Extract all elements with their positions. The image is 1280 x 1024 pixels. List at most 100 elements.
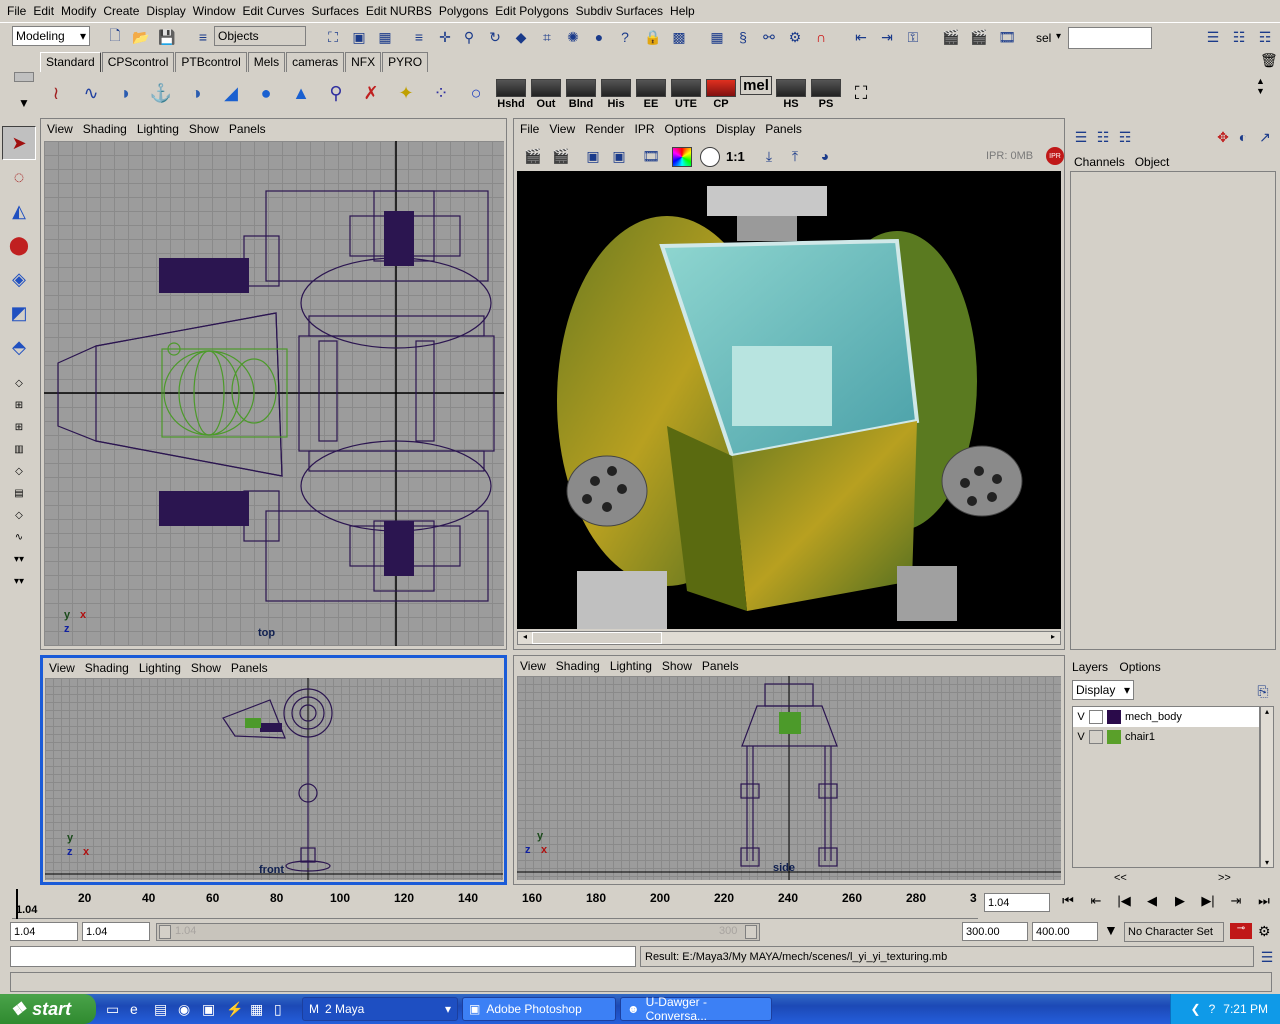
options-tab[interactable]: Options (1119, 660, 1160, 674)
scroll-up-icon[interactable]: ▴ (1261, 707, 1273, 716)
revolve-icon[interactable]: ◗ (110, 77, 142, 109)
scroll-left-icon[interactable]: ◂ (518, 632, 532, 644)
menu-surfaces[interactable]: Surfaces (311, 4, 358, 18)
folder-icon[interactable]: ▤ (154, 1001, 178, 1018)
checker-icon[interactable]: ⛶ (845, 77, 877, 109)
go-to-end-icon[interactable]: ⏭ (1250, 893, 1278, 909)
four-pane-layout-icon-2[interactable]: ⊞ (2, 416, 36, 438)
shelf-ee-button[interactable]: EE (635, 76, 667, 110)
loft-icon[interactable]: ⚓ (145, 77, 177, 109)
four-pane-layout-icon[interactable]: ⊞ (2, 394, 36, 416)
ie-icon[interactable]: e (130, 1001, 154, 1018)
scale-tool-icon[interactable]: ◩ (2, 296, 36, 330)
shelf-tab-pyro[interactable]: PYRO (382, 52, 429, 72)
question-icon[interactable]: ? (614, 26, 636, 48)
front-menu-panels[interactable]: Panels (231, 661, 268, 675)
app-icon[interactable]: ▣ (202, 1001, 226, 1018)
redo-render-icon[interactable]: 🎬 (522, 145, 544, 167)
desktop-icon[interactable]: ▭ (106, 1001, 130, 1018)
range-end-handle[interactable] (745, 925, 757, 939)
move-tool-icon[interactable]: ⬤ (2, 228, 36, 262)
render-current-icon[interactable]: 🎬 (968, 26, 990, 48)
channel-layout-icon-3[interactable]: ☶ (1114, 126, 1136, 148)
top-menu-lighting[interactable]: Lighting (137, 122, 179, 136)
menu-edit-curves[interactable]: Edit Curves (242, 4, 304, 18)
sparkle-icon[interactable]: ✺ (562, 26, 584, 48)
shelf-hshd-button[interactable]: Hshd (495, 76, 527, 110)
new-layer-icon[interactable]: ⎘ (1252, 680, 1274, 702)
sphere-icon[interactable]: ● (588, 26, 610, 48)
step-back-key-icon[interactable]: ⇤ (1082, 893, 1110, 909)
render-menu-panels[interactable]: Panels (765, 122, 802, 136)
slider-icon[interactable]: ↗ (1254, 126, 1276, 148)
shelf-menu-chevron-icon[interactable]: ▼ (18, 96, 30, 110)
snap-point-icon[interactable]: ↻ (484, 26, 506, 48)
cv-curve-icon[interactable]: ≀ (40, 77, 72, 109)
construction-history-icon[interactable]: ▩ (668, 26, 690, 48)
step-back-frame-icon[interactable]: |◀ (1110, 893, 1138, 909)
render-image[interactable] (517, 171, 1061, 629)
lasso-tool-icon[interactable]: ◌ (2, 160, 36, 194)
input-connect-icon[interactable]: ⇤ (850, 26, 872, 48)
channels-tab[interactable]: Channels (1074, 155, 1125, 169)
alpha-channel-icon[interactable] (700, 147, 720, 167)
layer-row[interactable]: V mech_body (1073, 707, 1259, 727)
notepad-icon[interactable]: ▯ (274, 1001, 298, 1018)
script-editor-icon[interactable]: ☰ (1256, 946, 1278, 968)
play-backward-icon[interactable]: ◀ (1138, 893, 1166, 909)
scroll-down-icon[interactable]: ▾ (1261, 858, 1273, 867)
range-slider[interactable]: 1.04 300 (156, 923, 760, 941)
character-set-chevron-icon[interactable]: ▼ (1104, 922, 1118, 938)
menu-window[interactable]: Window (193, 4, 236, 18)
render-menu-ipr[interactable]: IPR (635, 122, 655, 136)
zoom-ratio-label[interactable]: 1:1 (726, 149, 745, 164)
anim-start-field[interactable]: 1.04 (10, 922, 78, 941)
manip-icon[interactable]: ✥ (1212, 126, 1234, 148)
range-start-handle[interactable] (159, 925, 171, 939)
attribute-editor-icon[interactable]: ☰ (1202, 26, 1224, 48)
output-connect-icon[interactable]: ⇥ (876, 26, 898, 48)
layout-down-icon[interactable]: ▾▾ (2, 548, 36, 570)
top-menu-view[interactable]: View (47, 122, 73, 136)
layer-type-toggle[interactable] (1089, 710, 1103, 724)
layer-nav-right[interactable]: >> (1218, 872, 1231, 884)
scroll-right-icon[interactable]: ▸ (1046, 632, 1060, 644)
select-by-hierarchy-icon[interactable]: ⛶ (322, 26, 344, 48)
render-menu-display[interactable]: Display (716, 122, 755, 136)
front-viewport[interactable]: front y z x (45, 678, 503, 880)
shelf-his-button[interactable]: His (600, 76, 632, 110)
shelf-tab-cpscontrol[interactable]: CPScontrol (101, 52, 175, 72)
render-region-icon[interactable]: 🎬 (550, 145, 572, 167)
shelf-tab-standard[interactable]: Standard (40, 52, 101, 72)
current-frame-field[interactable]: 1.04 (984, 893, 1050, 912)
render-menu-options[interactable]: Options (665, 122, 706, 136)
ik-tool-icon[interactable]: ✗ (355, 77, 387, 109)
side-menu-shading[interactable]: Shading (556, 659, 600, 673)
shelf-blnd-button[interactable]: Blnd (565, 76, 597, 110)
ik-handle-icon[interactable]: ⚯ (758, 26, 780, 48)
anim-prefs-icon[interactable]: ⚙ (1258, 923, 1271, 940)
taskbar-conversation-button[interactable]: ☻ U-Dawger - Conversa... (620, 995, 772, 1023)
shelf-cp-button[interactable]: CP (705, 76, 737, 110)
layer-visibility-toggle[interactable]: V (1073, 731, 1089, 743)
menu-create[interactable]: Create (103, 4, 139, 18)
sphere-primitive-icon[interactable]: ● (250, 77, 282, 109)
persp-outliner-layout-icon[interactable]: ◇ (2, 504, 36, 526)
menu-edit-polygons[interactable]: Edit Polygons (495, 4, 568, 18)
shelf-tab-mels[interactable]: Mels (247, 52, 286, 72)
top-menu-show[interactable]: Show (189, 122, 219, 136)
outliner-layout-icon[interactable]: ▥ (2, 438, 36, 460)
select-by-object-icon[interactable]: ▣ (348, 26, 370, 48)
selection-mask-icon[interactable]: ≡ (192, 26, 214, 48)
channel-box-icon[interactable]: ☶ (1254, 26, 1276, 48)
top-menu-panels[interactable]: Panels (229, 122, 266, 136)
top-viewport[interactable]: top y x z (44, 141, 504, 646)
menu-help[interactable]: Help (670, 4, 695, 18)
layer-row[interactable]: V chair1 (1073, 727, 1259, 747)
selection-mode-field[interactable]: Objects (214, 26, 306, 46)
tray-app-icon[interactable]: ? (1209, 1002, 1216, 1016)
menu-modify[interactable]: Modify (61, 4, 96, 18)
circle-icon[interactable]: ○ (460, 77, 492, 109)
start-button[interactable]: ❖ start (0, 994, 96, 1024)
new-scene-icon[interactable]: 🗋 (104, 26, 126, 48)
